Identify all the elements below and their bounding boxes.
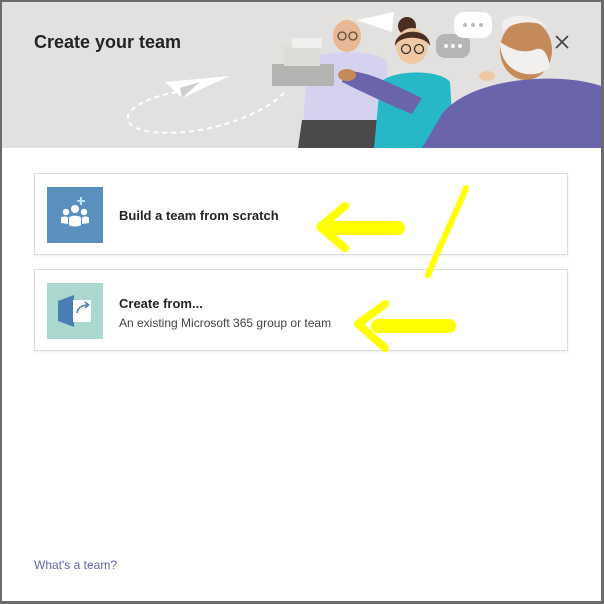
create-from-existing-icon bbox=[58, 295, 91, 327]
team-add-icon bbox=[61, 197, 89, 227]
create-from-subtitle: An existing Microsoft 365 group or team bbox=[119, 316, 332, 330]
dialog-header: Create your team bbox=[2, 2, 601, 148]
create-from-tile bbox=[47, 283, 103, 339]
create-from-option[interactable]: Create from... An existing Microsoft 365… bbox=[34, 269, 568, 351]
build-from-scratch-option[interactable]: Build a team from scratch bbox=[34, 173, 568, 255]
header-illustration bbox=[126, 12, 601, 148]
build-from-scratch-title: Build a team from scratch bbox=[119, 208, 279, 223]
create-from-title: Create from... bbox=[119, 296, 203, 311]
close-icon bbox=[555, 35, 569, 49]
close-button[interactable] bbox=[550, 30, 574, 54]
build-from-scratch-tile bbox=[47, 187, 103, 243]
paper-plane-icon bbox=[126, 76, 288, 134]
dialog-title: Create your team bbox=[34, 32, 182, 52]
speech-bubble-icon bbox=[436, 12, 492, 58]
create-team-dialog: Create your team Build a team from scrat… bbox=[2, 2, 601, 601]
whats-a-team-link[interactable]: What's a team? bbox=[34, 558, 117, 572]
